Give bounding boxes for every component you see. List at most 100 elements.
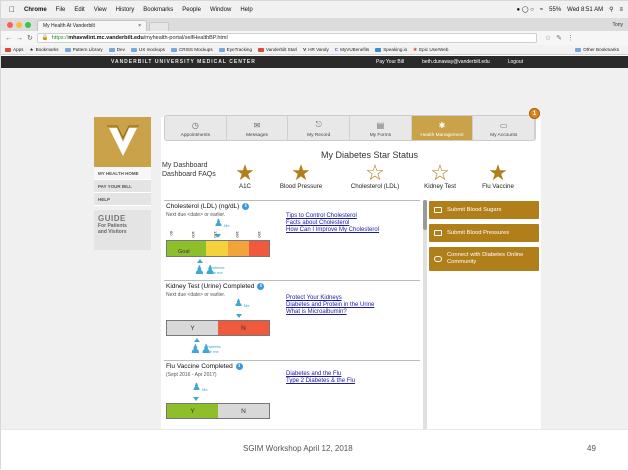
info-icon[interactable]: i — [235, 363, 243, 370]
bookmark-pattern-library[interactable]: Pattern Library — [64, 47, 103, 52]
menu-edit[interactable]: Edit — [74, 7, 84, 13]
vanderbilt-logo[interactable] — [94, 117, 151, 167]
resource-link[interactable]: Diabetes and Protein in the Urine — [286, 302, 374, 309]
bookmark-speaking[interactable]: Speaking.io — [375, 47, 407, 52]
tab-my-accounts[interactable]: ▭ My Accounts 1 — [473, 108, 541, 140]
star-filled-icon: ★ — [488, 160, 508, 185]
back-icon[interactable]: ← — [5, 35, 12, 42]
star-flu-vaccine: ★ Flu Vaccine — [465, 160, 531, 191]
page-number: 49 — [587, 444, 596, 453]
menu-file[interactable]: File — [56, 7, 66, 13]
star-a1c: ★ A1C — [223, 162, 267, 191]
search-icon[interactable]: ⚲ — [609, 6, 613, 13]
bookmark-ux-mockups[interactable]: UX mockups — [130, 47, 165, 52]
me-label: Me — [224, 223, 230, 228]
star-icon: ★ — [29, 46, 34, 52]
pay-bill-link[interactable]: Pay Your Bill — [376, 59, 404, 65]
sidebar-item-home[interactable]: MY HEALTH HOME — [94, 167, 151, 180]
measures-list[interactable]: Cholesterol (LDL) (ng/dL) i Next due <dat… — [164, 200, 420, 429]
battery-percent[interactable]: 55% — [549, 7, 561, 13]
folder-icon — [375, 47, 382, 52]
logout-link[interactable]: Logout — [508, 59, 523, 65]
bookmark-label: Dev — [116, 47, 125, 52]
scrollbar-thumb[interactable] — [423, 200, 427, 230]
resource-link[interactable]: Type 2 Diabetes & the Flu — [286, 378, 355, 385]
measures-scrollbar[interactable] — [423, 200, 427, 429]
resource-link[interactable]: Diabetes and the Flu — [286, 371, 355, 378]
resource-link[interactable]: Protect Your Kidneys — [286, 295, 374, 302]
reload-icon[interactable]: ↻ — [27, 34, 33, 42]
tick-label: 190 — [257, 231, 262, 238]
apple-icon[interactable]:  — [9, 5, 15, 14]
bookmark-hr-vandy[interactable]: V HR Vandy — [303, 47, 329, 52]
menu-view[interactable]: View — [94, 7, 107, 13]
resource-link[interactable]: Tips to Control Cholesterol — [286, 213, 379, 220]
menu-app-name[interactable]: Chrome — [24, 7, 47, 13]
action-panel: Submit Blood Sugars Submit Blood Pressur… — [429, 201, 539, 276]
info-icon[interactable]: i — [257, 283, 265, 290]
sidebar-item-pay-bill[interactable]: PAY YOUR BILL — [94, 180, 151, 193]
cholesterol-links: Tips to Control Cholesterol Facts about … — [286, 213, 379, 234]
bookmark-dev[interactable]: Dev — [108, 47, 125, 52]
zoom-window-button[interactable] — [25, 22, 31, 28]
new-tab-button[interactable] — [149, 22, 169, 31]
user-email: beth.dunaway@vanderbilt.edu — [422, 59, 490, 65]
close-window-button[interactable] — [7, 22, 13, 28]
bookmark-criss-mockups[interactable]: CRISS Mockups — [170, 47, 213, 52]
tab-my-record[interactable]: ⎋ My Record — [288, 116, 351, 140]
menu-bookmarks[interactable]: Bookmarks — [143, 7, 173, 13]
like-me-label: like me — [210, 270, 223, 275]
apps-icon — [5, 47, 11, 52]
section-title: Cholesterol (LDL) (ng/dL) — [166, 203, 240, 210]
lock-icon[interactable]: 🔒 — [42, 35, 49, 41]
sidebar: MY HEALTH HOME PAY YOUR BILL HELP GUIDE … — [94, 117, 151, 250]
close-tab-icon[interactable]: × — [138, 23, 141, 29]
browser-tab[interactable]: My Health At Vanderbilt × — [37, 20, 147, 31]
bookmark-eyetracking[interactable]: EyeTracking — [218, 47, 253, 52]
notification-badge[interactable]: 1 — [529, 108, 541, 119]
chat-bubble-icon — [434, 256, 442, 262]
bookmark-bookmarks[interactable]: ★ Bookmarks — [29, 47, 58, 53]
tab-my-forms[interactable]: ▤ My Forms — [350, 116, 412, 140]
menu-people[interactable]: People — [182, 7, 201, 13]
forward-icon[interactable]: → — [16, 35, 23, 42]
menu-window[interactable]: Window — [210, 7, 231, 13]
bookmark-myvubenefits[interactable]: C MyVUBenefits — [335, 47, 369, 52]
resource-link[interactable]: Facts about Cholesterol — [286, 220, 379, 227]
bookmark-epic-userweb[interactable]: ✱ Epic UserWeb — [413, 47, 448, 53]
chrome-menu-icon[interactable]: ⋮ — [567, 34, 574, 42]
bookmark-star-icon[interactable]: ☆ — [545, 34, 551, 42]
profile-button[interactable]: Tony — [612, 22, 628, 31]
minimize-window-button[interactable] — [16, 22, 22, 28]
guide-link[interactable]: GUIDE For Patients and Visitors — [94, 210, 151, 250]
info-icon[interactable]: i — [242, 203, 250, 210]
tab-appointments[interactable]: ◷ Appointments — [165, 116, 227, 140]
bookmark-label: EyeTracking — [226, 47, 253, 52]
oak-leaf-icon — [106, 125, 139, 156]
submit-blood-pressures-button[interactable]: Submit Blood Pressures — [429, 224, 539, 242]
sidebar-item-help[interactable]: HELP — [94, 193, 151, 206]
url-input[interactable]: 🔒 https:// mhavwlint.mc.vanderbilt.edu /… — [36, 33, 537, 43]
folder-icon — [170, 47, 177, 52]
status-icons[interactable]: ● ◯ ○ — [517, 6, 534, 13]
other-bookmarks[interactable]: Other Bookmarks — [575, 47, 623, 52]
resource-link[interactable]: How Can I Improve My Cholesterol — [286, 227, 379, 234]
tab-messages[interactable]: ✉ Messages — [227, 116, 289, 140]
dashboard-faqs-link[interactable]: Dashboard FAQs — [162, 170, 216, 179]
submit-blood-sugars-button[interactable]: Submit Blood Sugars — [429, 201, 539, 219]
menu-history[interactable]: History — [116, 7, 135, 13]
record-icon: ⎋ — [315, 120, 322, 129]
my-dashboard-link[interactable]: My Dashboard — [162, 161, 216, 170]
goal-label: Goal — [178, 249, 190, 255]
connect-community-button[interactable]: Connect with Diabetes Online Community — [429, 247, 539, 271]
extension-icon[interactable]: ✎ — [556, 34, 562, 42]
clock[interactable]: Wed 8:51 AM — [567, 7, 603, 13]
wifi-icon[interactable]: ≈ — [540, 7, 543, 13]
resource-link[interactable]: What is Microalbumin? — [286, 309, 374, 316]
menu-help[interactable]: Help — [240, 7, 252, 13]
me-arrow-icon — [236, 314, 242, 318]
bookmark-apps[interactable]: Apps — [5, 47, 23, 52]
bookmark-vanderbilt-starl[interactable]: Vanderbilt Starl — [258, 47, 297, 52]
tab-health-management[interactable]: ✱ Health Management — [411, 116, 474, 140]
menu-list-icon[interactable]: ≡ — [619, 7, 623, 13]
